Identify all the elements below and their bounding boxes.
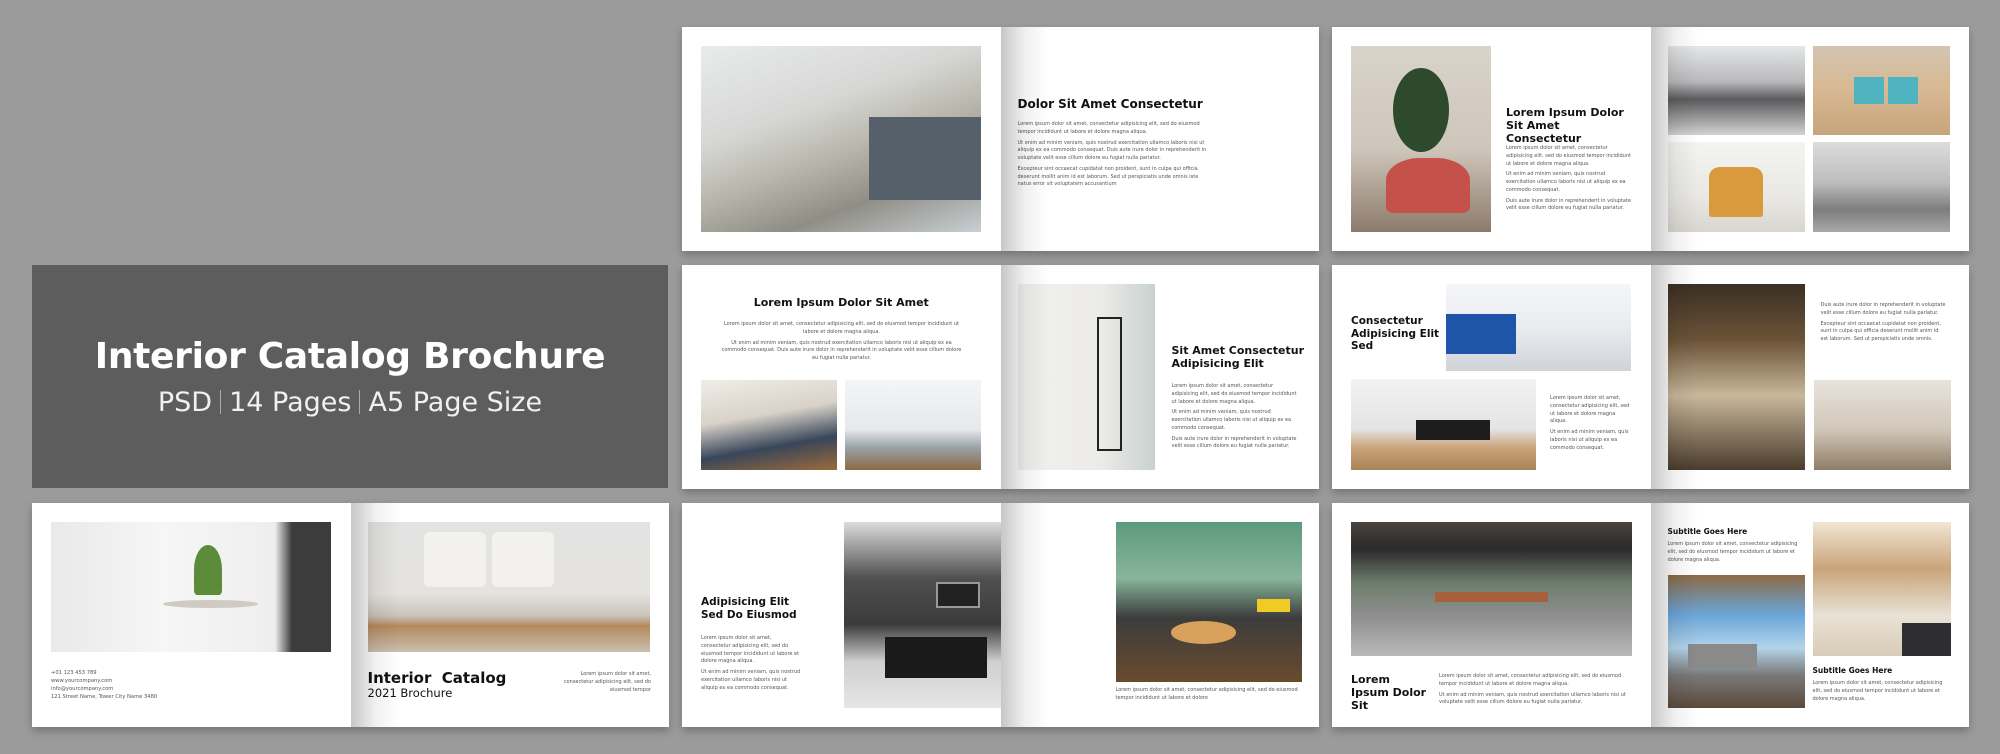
body-text: Lorem ipsum dolor sit amet, consectetur … <box>1506 145 1631 216</box>
page-left: Adipisicing Elit Sed Do Eiusmod Lorem ip… <box>682 503 1001 727</box>
body-text: Lorem ipsum dolor sit amet, consectetur … <box>720 321 963 366</box>
body-text: Lorem ipsum dolor sit amet, consectetur … <box>1439 673 1634 710</box>
page-left: Consectetur Adipisicing Elit Sed Lorem i… <box>1332 265 1651 489</box>
subtitle-heading: Subtitle Goes Here <box>1667 527 1748 536</box>
cover-title: Interior Catalog <box>367 669 507 687</box>
paragraph: Duis aute irure dolor in reprehenderit i… <box>1820 302 1946 316</box>
high-ceiling-photo <box>1812 522 1951 656</box>
address: 121 Street Name, Tower City Name 3480 <box>51 694 158 701</box>
office-photo <box>1446 284 1631 371</box>
paragraph: Duis aute irure dolor in reprehenderit i… <box>1171 435 1297 450</box>
contact-info: +01 123 453 789 www.yourcompany.com info… <box>51 669 251 701</box>
subtitle-heading: Subtitle Goes Here <box>1812 666 1893 675</box>
paragraph: Lorem ipsum dolor sit amet, consectetur … <box>1439 673 1622 687</box>
spread-office: Consectetur Adipisicing Elit Sed Lorem i… <box>1332 265 1969 489</box>
spread-dining: Lorem Ipsum Dolor Sit Amet Lorem ipsum d… <box>682 265 1319 489</box>
banner-pages: 14 Pages <box>229 386 352 418</box>
paragraph: Lorem ipsum dolor sit amet, consectetur … <box>1550 395 1630 425</box>
spread-tv-room: Adipisicing Elit Sed Do Eiusmod Lorem ip… <box>682 503 1319 727</box>
paragraph: Ut enim ad minim veniam, quis nostrud ex… <box>1171 409 1292 431</box>
spread-living-room: Dolor Sit Amet Consectetur Lorem ipsum d… <box>682 27 1319 251</box>
page-right: Sit Amet Consectetur Adipisicing Elit Lo… <box>1000 265 1319 489</box>
office-dining-photo <box>845 380 981 470</box>
spread-glass-house: Lorem Ipsum Dolor Sit Lorem ipsum dolor … <box>1332 503 1969 727</box>
plant-chair-photo <box>1351 46 1491 232</box>
spread-heading: Lorem Ipsum Dolor Sit <box>1351 673 1427 713</box>
spread-heading: Sit Amet Consectetur Adipisicing Elit <box>1171 344 1305 371</box>
paragraph: Duis aute irure dolor in reprehenderit i… <box>1506 197 1631 212</box>
spread-heading: Adipisicing Elit Sed Do Eiusmod <box>701 596 797 621</box>
body-text: Lorem ipsum dolor sit amet, consectetur … <box>1018 121 1208 192</box>
title-banner: Interior Catalog Brochure PSD 14 Pages A… <box>32 265 668 488</box>
spread-lounge-grid: Lorem Ipsum Dolor Sit Amet Consectetur L… <box>1332 27 1969 251</box>
sofa-photo <box>367 522 650 652</box>
page-back-cover: +01 123 453 789 www.yourcompany.com info… <box>32 503 351 727</box>
phone: +01 123 453 789 <box>51 670 97 676</box>
banner-title: Interior Catalog Brochure <box>94 335 606 377</box>
banner-subtitle: PSD 14 Pages A5 Page Size <box>158 387 542 418</box>
spread-heading: Lorem Ipsum Dolor Sit Amet <box>753 296 929 309</box>
glass-house-photo <box>1351 522 1632 656</box>
shelf-photo <box>1017 284 1155 470</box>
page-right: Subtitle Goes Here Lorem ipsum dolor sit… <box>1650 503 1969 727</box>
staircase-photo <box>701 46 981 232</box>
paragraph: Lorem ipsum dolor sit amet, consectetur … <box>701 635 800 665</box>
lounge-photo <box>1667 284 1805 470</box>
separator <box>220 390 222 414</box>
subtitle-text: Lorem ipsum dolor sit amet, consectetur … <box>1812 680 1943 702</box>
page-left: Lorem Ipsum Dolor Sit Amet Lorem ipsum d… <box>682 265 1001 489</box>
paragraph: Excepteur sint occaecat cupidatat non pr… <box>1017 165 1199 188</box>
beige-sofa-photo <box>1812 46 1950 135</box>
body-text: Duis aute irure dolor in reprehenderit i… <box>1821 302 1946 347</box>
page-front-cover: Interior Catalog 2021 Brochure Lorem ips… <box>350 503 669 727</box>
body-text: Lorem ipsum dolor sit amet, consectetur … <box>701 635 801 695</box>
sunroom-photo <box>1667 575 1805 708</box>
page-right: Duis aute irure dolor in reprehenderit i… <box>1650 265 1969 489</box>
spread-heading: Lorem Ipsum Dolor Sit Amet Consectetur <box>1506 106 1624 146</box>
bw-sofa-photo <box>1812 142 1950 232</box>
photo-caption: Lorem ipsum dolor sit amet, consectetur … <box>1115 687 1298 701</box>
spread-heading: Dolor Sit Amet Consectetur <box>1017 97 1203 111</box>
paragraph: Ut enim ad minim veniam, quis nostrud ex… <box>721 339 962 362</box>
website: www.yourcompany.com <box>51 678 113 685</box>
page-right: Dolor Sit Amet Consectetur Lorem ipsum d… <box>1000 27 1319 251</box>
paragraph: Ut enim ad minim veniam, quis nostrud ex… <box>1439 691 1626 706</box>
paragraph: Lorem ipsum dolor sit amet, consectetur … <box>1017 121 1200 135</box>
grey-sofa-photo <box>1667 46 1805 135</box>
living-room-photo <box>1813 380 1951 470</box>
subtitle-text: Lorem ipsum dolor sit amet, consectetur … <box>1667 541 1798 563</box>
dining-table-photo <box>51 522 331 652</box>
spread-cover: +01 123 453 789 www.yourcompany.com info… <box>32 503 669 727</box>
separator <box>359 390 361 414</box>
page-left <box>682 27 1001 251</box>
paragraph: Lorem ipsum dolor sit amet, consectetur … <box>724 321 959 335</box>
page-right <box>1650 27 1969 251</box>
banner-format: PSD <box>157 386 213 418</box>
paragraph: Lorem ipsum dolor sit amet, consectetur … <box>1506 145 1631 167</box>
armchair-photo <box>1667 142 1805 232</box>
page-left: Lorem Ipsum Dolor Sit Lorem ipsum dolor … <box>1332 503 1651 727</box>
page-right: Lorem ipsum dolor sit amet, consectetur … <box>1000 503 1319 727</box>
body-text: Lorem ipsum dolor sit amet, consectetur … <box>1550 395 1632 455</box>
dining-photo <box>701 380 837 470</box>
cover-subtitle: 2021 Brochure <box>367 686 453 700</box>
paragraph: Ut enim ad minim veniam, quis nostrud ex… <box>1017 139 1207 162</box>
banner-size: A5 Page Size <box>368 386 543 418</box>
paragraph: Ut enim ad minim veniam, quis nostrud ex… <box>701 669 801 691</box>
paragraph: Excepteur sint occaecat cupidatat non pr… <box>1820 320 1941 343</box>
paragraph: Lorem ipsum dolor sit amet, consectetur … <box>1171 383 1297 405</box>
paragraph: Ut enim ad minim veniam, quis nostrud ex… <box>1506 171 1626 193</box>
tv-room-photo <box>844 522 1001 708</box>
dining-room-photo <box>1351 379 1536 470</box>
spread-heading: Consectetur Adipisicing Elit Sed <box>1351 315 1440 353</box>
page-left: Lorem Ipsum Dolor Sit Amet Consectetur L… <box>1332 27 1651 251</box>
cover-blurb: Lorem ipsum dolor sit amet, consectetur … <box>563 671 651 693</box>
body-text: Lorem ipsum dolor sit amet, consectetur … <box>1172 383 1300 454</box>
email: info@yourcompany.com <box>51 686 114 693</box>
tropical-room-photo <box>1115 522 1302 682</box>
paragraph: Ut enim ad minim veniam, quis laboris ni… <box>1550 429 1629 451</box>
